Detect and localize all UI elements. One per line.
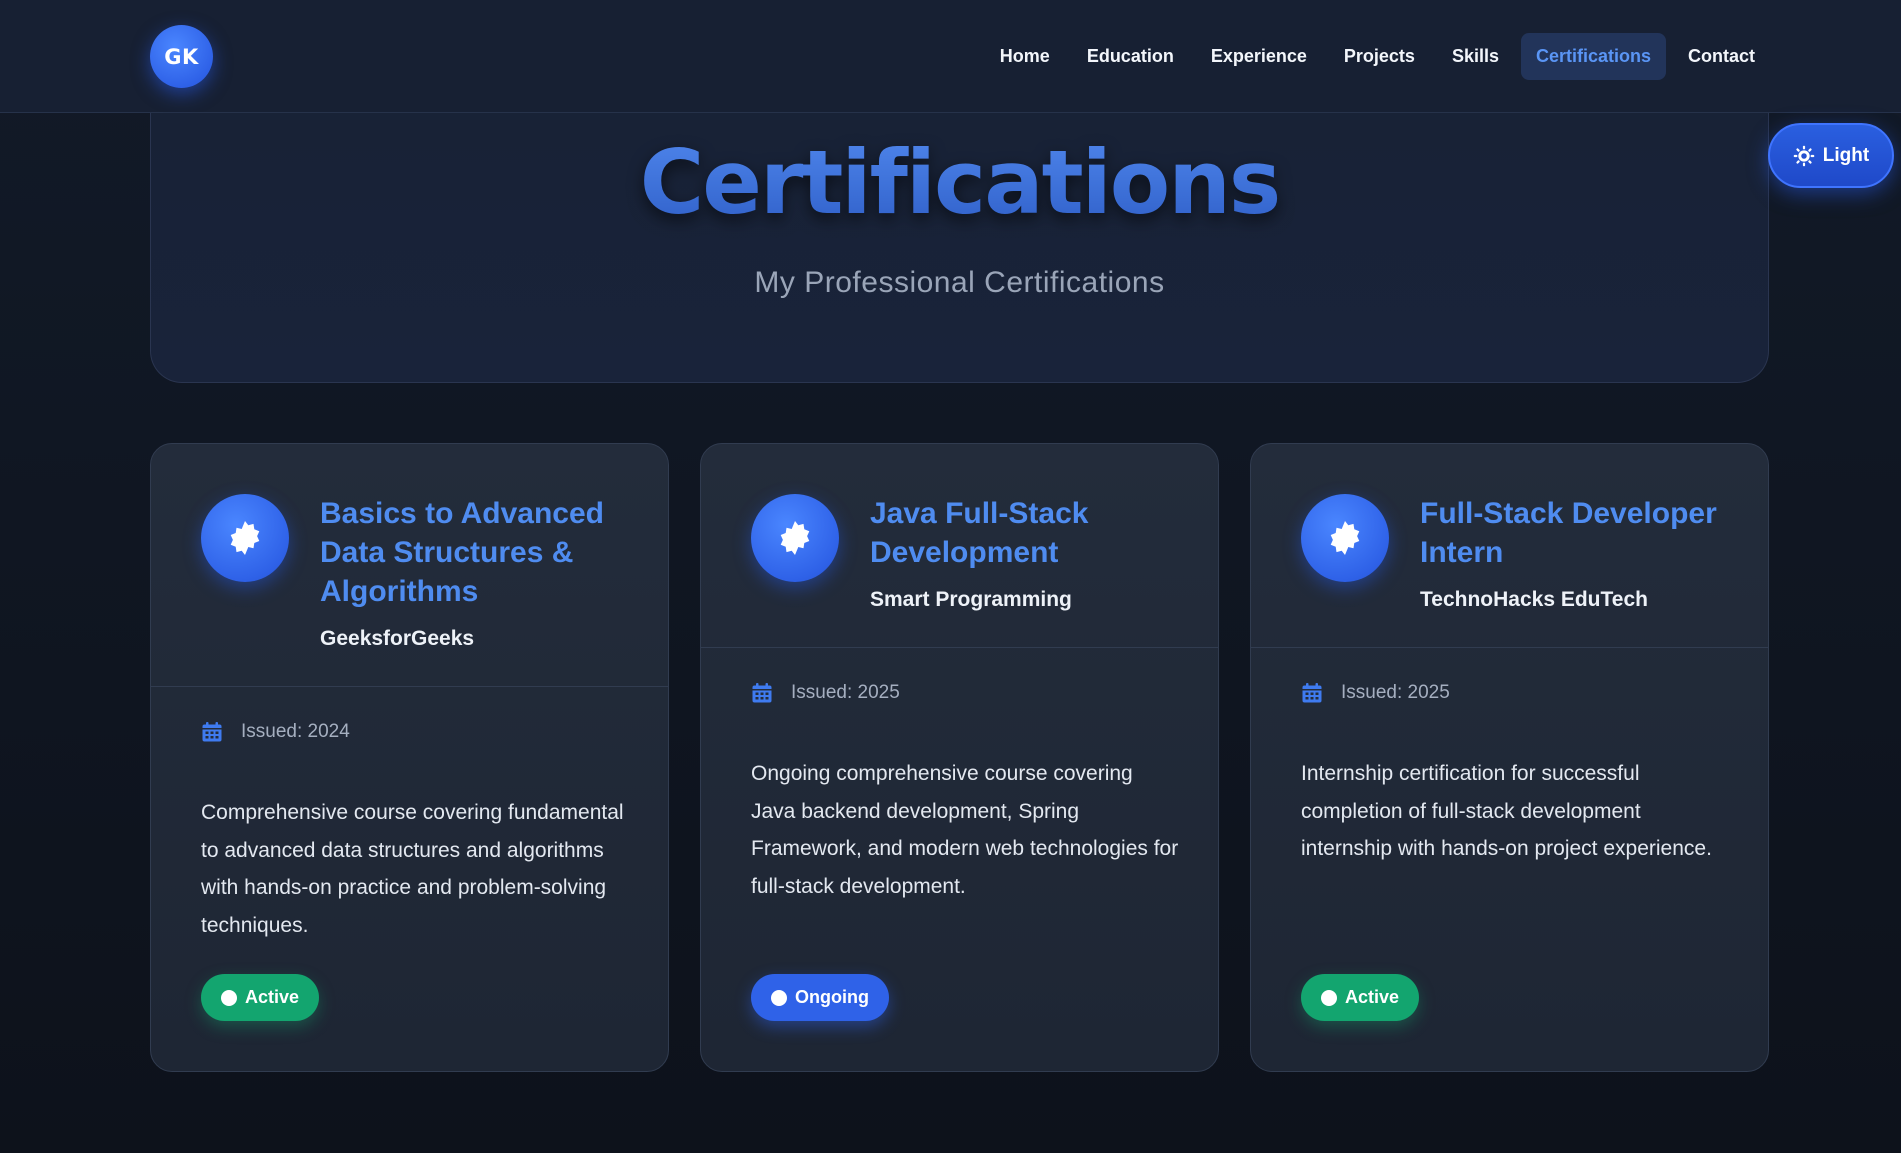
status-dot-icon <box>1321 989 1337 1006</box>
card-issuer: Smart Programming <box>870 588 1072 611</box>
page-title: Certifications <box>151 131 1768 234</box>
nav-contact[interactable]: Contact <box>1673 33 1770 80</box>
card-description: Ongoing comprehensive course covering Ja… <box>751 762 1179 898</box>
status-dot-icon <box>771 989 787 1006</box>
issued-date: Issued: 2025 <box>751 682 900 704</box>
status-dot-icon <box>221 989 237 1006</box>
issued-date: Issued: 2025 <box>1301 682 1450 704</box>
certification-card: Basics to Advanced Data Structures & Alg… <box>150 443 669 1072</box>
theme-toggle-label: Light <box>1822 144 1870 166</box>
certificate-badge-icon <box>1301 494 1389 582</box>
issued-label: Issued: 2024 <box>241 721 350 742</box>
status-label: Ongoing <box>795 987 869 1007</box>
issued-label: Issued: 2025 <box>791 682 900 703</box>
nav-experience[interactable]: Experience <box>1196 33 1322 80</box>
certification-card: Full-Stack Developer Intern TechnoHacks … <box>1250 443 1769 1072</box>
status-badge: Ongoing <box>751 974 889 1021</box>
card-title: Basics to Advanced Data Structures & Alg… <box>320 497 604 608</box>
nav-projects[interactable]: Projects <box>1329 33 1430 80</box>
issued-label: Issued: 2025 <box>1341 682 1450 703</box>
issued-date: Issued: 2024 <box>201 721 350 743</box>
certificate-badge-icon <box>201 494 289 582</box>
card-title: Java Full-Stack Development <box>870 497 1089 569</box>
calendar-icon <box>752 683 772 703</box>
hero-section: Certifications My Professional Certifica… <box>150 113 1769 383</box>
theme-toggle-button[interactable]: Light <box>1768 123 1894 188</box>
sun-icon <box>1793 145 1815 166</box>
card-title: Full-Stack Developer Intern <box>1420 497 1717 569</box>
status-badge: Active <box>201 974 320 1021</box>
status-badge: Active <box>1301 974 1420 1021</box>
calendar-icon <box>1302 683 1322 703</box>
certification-card: Java Full-Stack Development Smart Progra… <box>700 443 1219 1072</box>
nav-education[interactable]: Education <box>1072 33 1189 80</box>
card-issuer: GeeksforGeeks <box>320 627 475 650</box>
nav-home[interactable]: Home <box>985 33 1065 80</box>
card-description: Comprehensive course covering fundamenta… <box>201 801 624 937</box>
status-label: Active <box>1345 987 1400 1007</box>
page-subtitle: My Professional Certifications <box>754 266 1165 299</box>
navbar: GK Home Education Experience Projects Sk… <box>0 0 1901 113</box>
logo-gk[interactable]: GK <box>150 25 213 88</box>
status-label: Active <box>245 987 300 1007</box>
certificate-badge-icon <box>751 494 839 582</box>
card-description: Internship certification for successful … <box>1301 762 1712 860</box>
calendar-icon <box>202 722 222 742</box>
nav-skills[interactable]: Skills <box>1437 33 1514 80</box>
nav-certifications[interactable]: Certifications <box>1520 33 1666 80</box>
main-nav: Home Education Experience Projects Skill… <box>978 33 1770 80</box>
card-issuer: TechnoHacks EduTech <box>1420 588 1648 611</box>
